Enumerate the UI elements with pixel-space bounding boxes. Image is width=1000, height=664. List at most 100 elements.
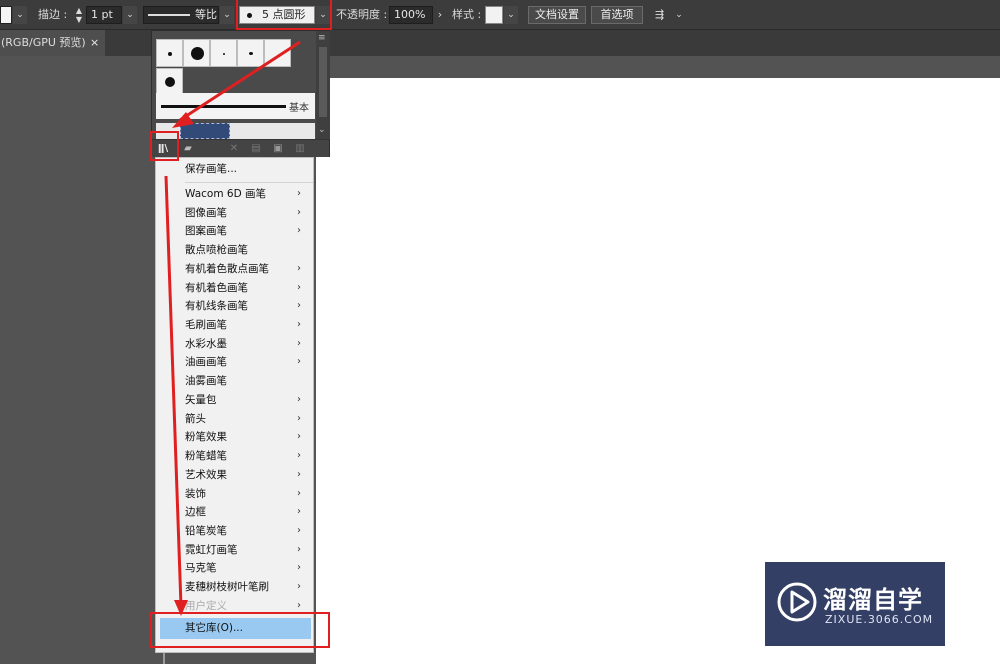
panel-scrollbar[interactable]: ≡ ⌄ (316, 31, 330, 139)
chevron-right-icon: › (297, 524, 301, 536)
stroke-stepper-icon[interactable]: ▲ ▼ (74, 6, 84, 24)
graphic-style-dropdown[interactable]: ⌄ (504, 6, 518, 24)
document-tab-title: (RGB/GPU 预览) (1, 36, 86, 49)
menu-item[interactable]: 有机着色散点画笔 › (156, 260, 313, 278)
close-icon[interactable]: × (90, 30, 99, 56)
chevron-right-icon: › (297, 431, 301, 443)
menu-item[interactable]: 矢量包 › (156, 391, 313, 409)
new-brush-icon[interactable]: ▣ (272, 143, 284, 154)
menu-item[interactable]: 有机着色画笔 › (156, 279, 313, 297)
arrange-dropdown[interactable]: ⌄ (672, 6, 686, 24)
chevron-right-icon: › (297, 319, 301, 331)
brush-dot-icon (168, 52, 172, 56)
options-icon[interactable]: ▤ (250, 143, 262, 154)
menu-item[interactable]: 艺术效果 › (156, 466, 313, 484)
watermark: 溜溜自学 ZIXUE.3066.COM (765, 562, 945, 646)
chevron-right-icon: › (297, 300, 301, 312)
graphic-style-swatch[interactable] (485, 6, 503, 24)
opacity-arrow-icon[interactable]: › (434, 6, 446, 24)
menu-item[interactable]: 图案画笔 › (156, 222, 313, 240)
arrange-icon[interactable]: ⇶ (655, 6, 671, 24)
menu-item-label: 有机着色画笔 (185, 281, 248, 294)
basic-brush-row[interactable]: 基本 (156, 93, 315, 119)
chevron-right-icon: › (297, 281, 301, 293)
panel-menu-icon[interactable]: ≡ (318, 33, 326, 43)
annotation-other-library (150, 612, 330, 648)
chevron-right-icon: › (297, 188, 301, 199)
chevron-right-icon: › (297, 581, 301, 593)
menu-item[interactable]: 油画画笔 › (156, 353, 313, 371)
stroke-label: 描边 : (38, 8, 68, 21)
menu-item-label: 箭头 (185, 412, 206, 425)
menu-item[interactable]: 霓虹灯画笔 › (156, 541, 313, 559)
menu-item[interactable]: 水彩水墨 › (156, 335, 313, 353)
brush-swatch-2[interactable] (183, 39, 210, 67)
menu-item[interactable]: 粉笔蜡笔 › (156, 447, 313, 465)
watermark-url: ZIXUE.3066.COM (825, 613, 934, 626)
menu-item[interactable]: 麦穗树枝树叶笔刷 › (156, 578, 313, 596)
brush-swatch-1[interactable] (156, 39, 183, 67)
menu-item-label: 粉笔蜡笔 (185, 450, 227, 463)
brush-swatch-6[interactable] (156, 68, 183, 96)
delete-icon[interactable]: ▥ (294, 143, 306, 154)
chevron-right-icon: › (297, 356, 301, 368)
menu-item-label: 麦穗树枝树叶笔刷 (185, 581, 269, 594)
stroke-weight-value: 1 pt (91, 8, 113, 21)
annotation-library-icon (150, 131, 179, 161)
menu-item-label: 有机线条画笔 (185, 300, 248, 313)
profile-dropdown[interactable]: ⌄ (220, 6, 234, 24)
scroll-thumb[interactable] (319, 47, 327, 117)
menu-item[interactable]: 散点喷枪画笔 (156, 241, 313, 259)
menu-item-label: 艺术效果 (185, 468, 227, 481)
menu-item[interactable]: 油雾画笔 (156, 372, 313, 390)
menu-item[interactable]: 箭头 › (156, 410, 313, 428)
menu-item-label: 矢量包 (185, 393, 217, 406)
opacity-input[interactable]: 100% (389, 6, 433, 24)
menu-item[interactable]: 铅笔炭笔 › (156, 522, 313, 540)
control-bar: ⌄ 描边 : ▲ ▼ 1 pt ⌄ 等比 ⌄ 5 点圆形 ⌄ 不透明度 : 100… (0, 0, 1000, 30)
brush-swatch-5[interactable] (264, 39, 291, 67)
stroke-color-dropdown[interactable]: ⌄ (13, 6, 27, 24)
chevron-right-icon: › (297, 506, 301, 518)
stroke-weight-input[interactable]: 1 pt (86, 6, 122, 24)
brush-dot-icon (165, 77, 175, 87)
stroke-weight-dropdown[interactable]: ⌄ (123, 6, 137, 24)
menu-item-label: 毛刷画笔 (185, 319, 227, 332)
menu-item-label: 油画画笔 (185, 356, 227, 369)
chevron-right-icon: › (297, 412, 301, 424)
menu-item[interactable]: Wacom 6D 画笔 › (156, 185, 313, 203)
variable-width-profile[interactable]: 等比 (143, 6, 219, 24)
opacity-value: 100% (394, 8, 426, 21)
annotation-brush-field (236, 0, 332, 30)
menu-item[interactable]: 马克笔 › (156, 559, 313, 577)
selected-brush-cell[interactable] (180, 123, 230, 139)
menu-item-label: Wacom 6D 画笔 (185, 188, 267, 200)
chevron-right-icon: › (297, 206, 301, 218)
menu-item[interactable]: 有机线条画笔 › (156, 297, 313, 315)
menu-item-save-brush[interactable]: 保存画笔... (156, 160, 313, 178)
menu-item[interactable]: 装饰 › (156, 485, 313, 503)
document-setup-button[interactable]: 文档设置 (528, 6, 586, 24)
chevron-down-icon[interactable]: ⌄ (318, 125, 326, 135)
preferences-button[interactable]: 首选项 (591, 6, 643, 24)
menu-item-label: 粉笔效果 (185, 431, 227, 444)
brush-swatch-4[interactable] (237, 39, 264, 67)
chevron-right-icon: › (297, 543, 301, 555)
brush-library-menu: 保存画笔... Wacom 6D 画笔 › 图像画笔 › 图案画笔 › 散点喷枪画笔 有机着色… (155, 157, 314, 653)
brush-dot-icon (223, 53, 225, 55)
menu-item-label: 油雾画笔 (185, 375, 227, 388)
document-tab[interactable]: (RGB/GPU 预览) × (0, 30, 105, 56)
style-label: 样式 : (452, 8, 482, 21)
basic-brush-stroke (161, 105, 286, 108)
remove-stroke-icon[interactable]: ✕ (228, 143, 240, 154)
brush-dot-icon (191, 47, 204, 60)
library-panel-icon[interactable]: ▰ (182, 143, 194, 154)
chevron-right-icon: › (297, 450, 301, 462)
menu-item[interactable]: 毛刷画笔 › (156, 316, 313, 334)
stroke-color-icon[interactable] (0, 6, 12, 24)
menu-item[interactable]: 边框 › (156, 503, 313, 521)
play-logo-icon (777, 582, 817, 622)
menu-item[interactable]: 粉笔效果 › (156, 428, 313, 446)
brush-swatch-3[interactable] (210, 39, 237, 67)
menu-item[interactable]: 图像画笔 › (156, 204, 313, 222)
